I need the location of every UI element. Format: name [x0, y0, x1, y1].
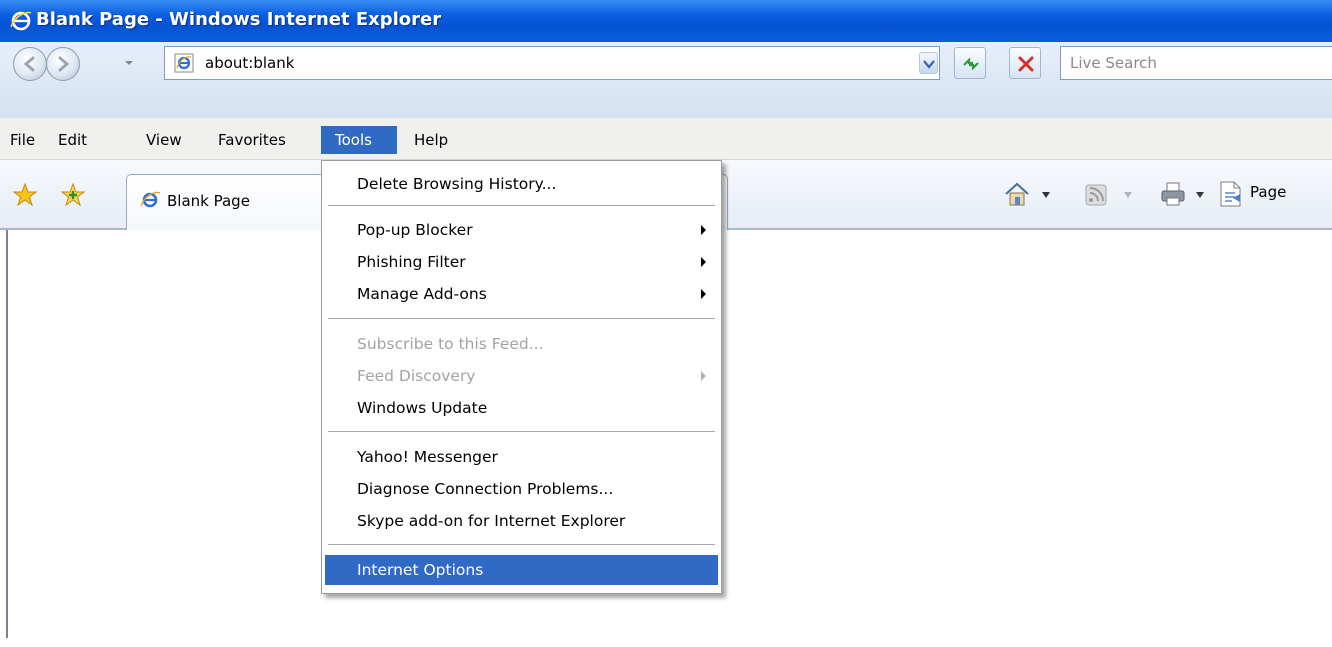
submenu-arrow-icon [701, 257, 706, 267]
submenu-arrow-icon [701, 289, 706, 299]
menu-separator [328, 431, 715, 433]
menu-view[interactable]: View [138, 126, 190, 154]
content-border [6, 230, 8, 638]
print-dropdown-icon[interactable] [1196, 192, 1204, 198]
menu-separator [328, 205, 715, 207]
stop-button[interactable] [1009, 47, 1041, 79]
submenu-arrow-icon [701, 225, 706, 235]
window-title: Blank Page - Windows Internet Explorer [36, 9, 442, 30]
refresh-icon [963, 57, 979, 71]
menu-item-internet-options[interactable]: Internet Options [325, 555, 718, 585]
forward-arrow-icon [58, 56, 70, 72]
menu-item-delete-browsing-history[interactable]: Delete Browsing History... [325, 169, 718, 199]
menu-item-popup-blocker[interactable]: Pop-up Blocker [325, 215, 718, 245]
menu-item-yahoo-messenger[interactable]: Yahoo! Messenger [325, 442, 718, 472]
menu-item-label: Subscribe to this Feed... [357, 335, 544, 353]
ie-page-icon [140, 191, 161, 208]
menu-item-label: Feed Discovery [357, 367, 476, 385]
back-button[interactable] [13, 47, 47, 81]
menu-item-feed-discovery: Feed Discovery [325, 361, 718, 391]
menu-item-label: Manage Add-ons [357, 285, 487, 303]
menu-item-skype-add-on[interactable]: Skype add-on for Internet Explorer [325, 506, 718, 536]
menu-help[interactable]: Help [406, 126, 456, 154]
feeds-dropdown-icon[interactable] [1124, 192, 1132, 198]
address-field[interactable]: about:blank [164, 46, 940, 80]
menu-item-label: Yahoo! Messenger [357, 448, 498, 466]
menu-item-label: Internet Options [357, 561, 484, 579]
tab-label: Blank Page [167, 192, 250, 210]
menu-item-label: Pop-up Blocker [357, 221, 473, 239]
print-icon[interactable] [1159, 180, 1187, 208]
menu-item-label: Phishing Filter [357, 253, 466, 271]
home-dropdown-icon[interactable] [1042, 192, 1050, 198]
stop-icon [1018, 56, 1034, 72]
submenu-arrow-icon [701, 371, 706, 381]
refresh-button[interactable] [954, 47, 986, 79]
address-dropdown-button[interactable] [919, 52, 938, 74]
menu-separator [328, 318, 715, 320]
home-icon[interactable] [1003, 180, 1031, 208]
menu-item-subscribe-feed: Subscribe to this Feed... [325, 329, 718, 359]
add-favorites-icon[interactable] [60, 182, 86, 208]
page-ie-icon [174, 53, 194, 73]
tools-menu: Delete Browsing History... Pop-up Blocke… [321, 160, 722, 594]
menu-separator [328, 544, 715, 546]
favorites-star-icon[interactable] [12, 182, 38, 208]
ie-logo-icon [10, 11, 32, 31]
feeds-icon[interactable] [1083, 182, 1109, 208]
menu-edit[interactable]: Edit [50, 126, 95, 154]
menu-item-label: Delete Browsing History... [357, 175, 557, 193]
menu-item-phishing-filter[interactable]: Phishing Filter [325, 247, 718, 277]
menu-item-label: Diagnose Connection Problems... [357, 480, 614, 498]
menu-tools[interactable]: Tools [321, 126, 397, 154]
title-bar[interactable]: Blank Page - Windows Internet Explorer [0, 0, 1332, 42]
address-text: about:blank [205, 54, 295, 72]
search-placeholder: Live Search [1070, 54, 1157, 72]
page-menu-button[interactable]: Page [1250, 183, 1286, 201]
navigation-bar: about:blank Live Search [0, 42, 1332, 118]
menu-file[interactable]: File [2, 126, 43, 154]
search-input[interactable]: Live Search [1060, 46, 1332, 80]
menu-item-label: Skype add-on for Internet Explorer [357, 512, 626, 530]
chevron-down-icon [923, 60, 935, 69]
menu-item-manage-add-ons[interactable]: Manage Add-ons [325, 279, 718, 309]
recent-pages-dropdown-icon[interactable] [124, 59, 134, 67]
menu-favorites[interactable]: Favorites [210, 126, 294, 154]
back-arrow-icon [23, 56, 35, 72]
menu-item-diagnose-connection[interactable]: Diagnose Connection Problems... [325, 474, 718, 504]
menu-item-label: Windows Update [357, 399, 488, 417]
forward-button[interactable] [46, 47, 80, 81]
page-icon[interactable] [1218, 180, 1244, 208]
menu-bar: File Edit View Favorites Tools Help [0, 118, 1332, 160]
menu-item-windows-update[interactable]: Windows Update [325, 393, 718, 423]
